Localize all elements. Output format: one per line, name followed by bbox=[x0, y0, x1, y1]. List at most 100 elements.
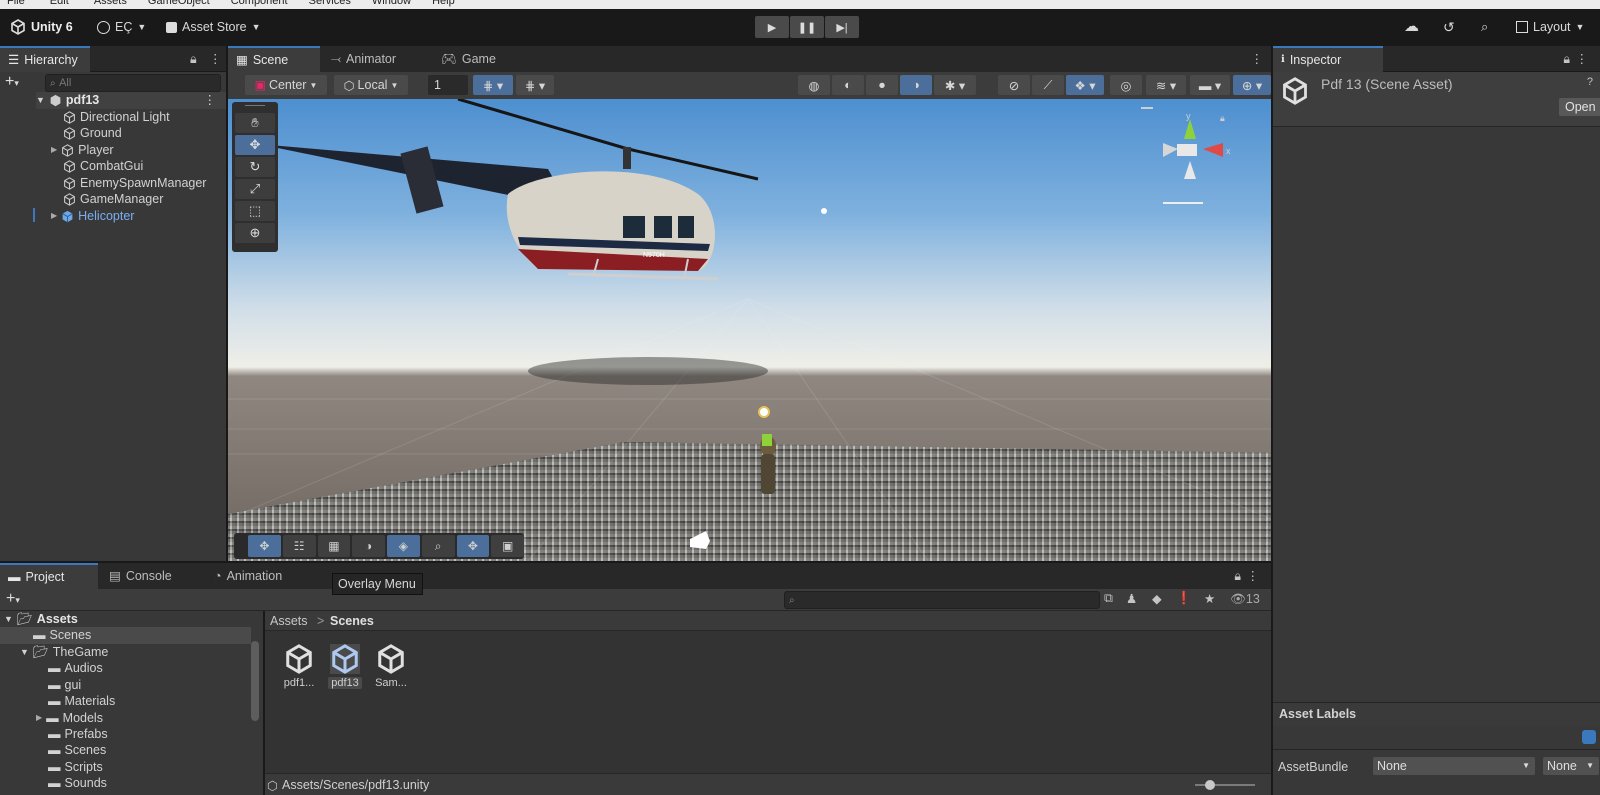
menu-window[interactable]: Window bbox=[372, 0, 411, 7]
tag-icon[interactable] bbox=[1582, 730, 1596, 744]
layout-dropdown[interactable]: Layout ▼ bbox=[1516, 17, 1584, 37]
more-icon[interactable]: ⋮ bbox=[209, 51, 222, 66]
draw-mode-button[interactable]: ◍ bbox=[798, 75, 830, 95]
pivot-rotation-dropdown[interactable]: ⬡ Local ▼ bbox=[334, 75, 408, 95]
history-button[interactable]: ↺ bbox=[1443, 17, 1455, 37]
overlay-pivot-button[interactable]: ✥ bbox=[456, 535, 490, 557]
tab-inspector[interactable]: ℹ Inspector bbox=[1273, 46, 1383, 72]
tree-scrollbar[interactable] bbox=[251, 641, 259, 721]
overlay-camera-button[interactable]: ▣ bbox=[491, 535, 524, 557]
project-search-input[interactable]: ⌕ bbox=[784, 591, 1100, 609]
asset-bundle-dropdown[interactable]: None ▼ bbox=[1373, 757, 1535, 775]
menu-component[interactable]: Component bbox=[231, 0, 288, 7]
more-icon[interactable]: ⋮ bbox=[1251, 51, 1264, 66]
effects-dropdown[interactable]: ❖ ▾ bbox=[1066, 75, 1104, 95]
overlay-grid-button[interactable]: ▦ bbox=[317, 535, 351, 557]
tab-animator[interactable]: ⤙ Animator bbox=[323, 46, 404, 72]
asset-bundle-variant-dropdown[interactable]: None ▼ bbox=[1543, 757, 1599, 775]
increment-snap-toggle[interactable]: ⋕ ▾ bbox=[516, 75, 554, 95]
transform-tool-button[interactable]: ⊕ bbox=[235, 223, 275, 243]
star-icon[interactable]: ★ bbox=[1204, 591, 1215, 606]
warning-icon[interactable]: ❗ bbox=[1176, 591, 1192, 606]
menu-edit[interactable]: Edit bbox=[50, 0, 69, 7]
search-button[interactable]: ⌕ bbox=[1481, 17, 1488, 37]
more-icon[interactable]: ⋮ bbox=[204, 92, 217, 109]
hand-tool-button[interactable]: ✋︎ bbox=[235, 113, 275, 133]
more-icon[interactable]: ⋮ bbox=[1247, 568, 1260, 583]
rotate-tool-button[interactable]: ↻ bbox=[235, 157, 275, 177]
2d-toggle[interactable]: ⊘ bbox=[998, 75, 1030, 95]
hierarchy-item[interactable]: CombatGui bbox=[63, 158, 143, 175]
account-dropdown[interactable]: EÇ ▼ bbox=[97, 17, 146, 37]
scale-tool-button[interactable]: ⤢ bbox=[235, 179, 275, 199]
lock-icon[interactable]: 🔒︎ bbox=[1563, 52, 1570, 67]
project-tree-item[interactable]: ▼ 📂︎ TheGame bbox=[20, 644, 108, 661]
overlay-search-button[interactable]: ⌕ bbox=[421, 535, 455, 557]
asset-store-dropdown[interactable]: Asset Store ▼ bbox=[166, 17, 261, 37]
pause-button[interactable]: ❚❚ bbox=[790, 16, 824, 38]
rect-tool-button[interactable]: ⬚ bbox=[235, 201, 275, 221]
debug-dropdown[interactable]: ✱ ▾ bbox=[934, 75, 976, 95]
menu-assets[interactable]: Assets bbox=[94, 0, 127, 7]
scene-root-row[interactable]: ▼ pdf13 ⋮ bbox=[36, 92, 226, 109]
orientation-gizmo[interactable]: y x 🔒︎ bbox=[1141, 107, 1231, 204]
label-icon[interactable]: ◆ bbox=[1152, 591, 1162, 606]
audio-toggle[interactable]: ⟋ bbox=[1032, 75, 1064, 95]
overlay-toggle-button[interactable]: ☷ bbox=[282, 535, 316, 557]
overlay-layers-button[interactable]: ◈ bbox=[387, 535, 420, 557]
unity-version-button[interactable]: Unity 6 bbox=[10, 17, 73, 37]
expand-arrow-icon[interactable]: ▶ bbox=[36, 710, 42, 727]
shaded-wire-button[interactable]: ◐ bbox=[832, 75, 864, 95]
grid-size-field[interactable]: 1 bbox=[428, 75, 468, 95]
project-tree-item-selected[interactable]: ▬ Scenes bbox=[0, 627, 251, 644]
icon-size-slider[interactable] bbox=[1195, 780, 1255, 790]
lock-icon[interactable]: 🔒︎ bbox=[190, 52, 197, 67]
drag-handle[interactable] bbox=[245, 105, 265, 111]
asset-item-selected[interactable]: pdf13 bbox=[323, 644, 367, 689]
camera-dropdown[interactable]: ▬ ▾ bbox=[1190, 75, 1230, 95]
open-button[interactable]: Open bbox=[1559, 98, 1600, 116]
tab-game[interactable]: 🎮︎ Game bbox=[433, 46, 504, 72]
expand-arrow-icon[interactable]: ▶ bbox=[51, 208, 57, 225]
tab-project[interactable]: ▬ Project bbox=[0, 563, 98, 589]
project-tree-item[interactable]: ▬ Scripts bbox=[48, 759, 103, 776]
move-tool-button[interactable]: ✥ bbox=[235, 135, 275, 155]
add-button[interactable]: +▾ bbox=[5, 73, 19, 91]
expand-arrow-icon[interactable]: ▶ bbox=[51, 142, 57, 159]
overlay-lighting-button[interactable]: ◑ bbox=[352, 535, 385, 557]
project-tree-item[interactable]: ▬ Prefabs bbox=[48, 726, 108, 743]
asset-item[interactable]: Sam... bbox=[369, 644, 413, 689]
hierarchy-item-prefab[interactable]: ▶ Helicopter bbox=[51, 208, 134, 225]
tab-console[interactable]: ▤ Console bbox=[101, 563, 180, 589]
hidden-count[interactable]: 👁︎13 bbox=[1230, 592, 1260, 607]
breadcrumb-root[interactable]: Assets bbox=[270, 614, 308, 628]
project-tree-item[interactable]: ▬ Scenes bbox=[48, 742, 106, 759]
tab-animation[interactable]: ◔ Animation bbox=[206, 563, 290, 589]
shaded-button[interactable]: ● bbox=[866, 75, 898, 95]
create-button[interactable]: +▾ bbox=[6, 590, 20, 608]
project-tree-item[interactable]: ▶ ▬ Models bbox=[36, 710, 103, 727]
asset-item[interactable]: pdf1... bbox=[277, 644, 321, 689]
menu-gameobject[interactable]: GameObject bbox=[148, 0, 210, 7]
help-icon[interactable]: ? bbox=[1587, 76, 1593, 88]
cloud-button[interactable]: ☁ bbox=[1404, 17, 1419, 37]
overlay-move-button[interactable]: ✥ bbox=[248, 535, 281, 557]
step-button[interactable]: ▶| bbox=[825, 16, 859, 38]
lock-icon[interactable]: 🔒︎ bbox=[1220, 113, 1225, 123]
tab-scene[interactable]: ▦ Scene bbox=[228, 46, 320, 72]
slider-handle[interactable] bbox=[1205, 780, 1215, 790]
hierarchy-item[interactable]: Directional Light bbox=[63, 109, 170, 126]
menu-help[interactable]: Help bbox=[432, 0, 455, 7]
menu-file[interactable]: File bbox=[7, 0, 25, 7]
pivot-mode-dropdown[interactable]: ▣ Center ▼ bbox=[245, 75, 327, 95]
hierarchy-item[interactable]: GameManager bbox=[63, 191, 163, 208]
layers-dropdown[interactable]: ≋ ▾ bbox=[1146, 75, 1186, 95]
breadcrumb-current[interactable]: Scenes bbox=[330, 614, 374, 628]
scene-viewport[interactable]: N970H y x 🔒︎ bbox=[228, 99, 1271, 561]
project-tree-item[interactable]: ▬ gui bbox=[48, 677, 81, 694]
hierarchy-item[interactable]: ▶ Player bbox=[51, 142, 114, 159]
hierarchy-item[interactable]: EnemySpawnManager bbox=[63, 175, 206, 192]
hierarchy-search-input[interactable]: ⌕ All bbox=[45, 74, 221, 92]
visibility-toggle[interactable]: ◎ bbox=[1110, 75, 1142, 95]
grid-snap-toggle[interactable]: ⋕ ▾ bbox=[473, 75, 513, 95]
